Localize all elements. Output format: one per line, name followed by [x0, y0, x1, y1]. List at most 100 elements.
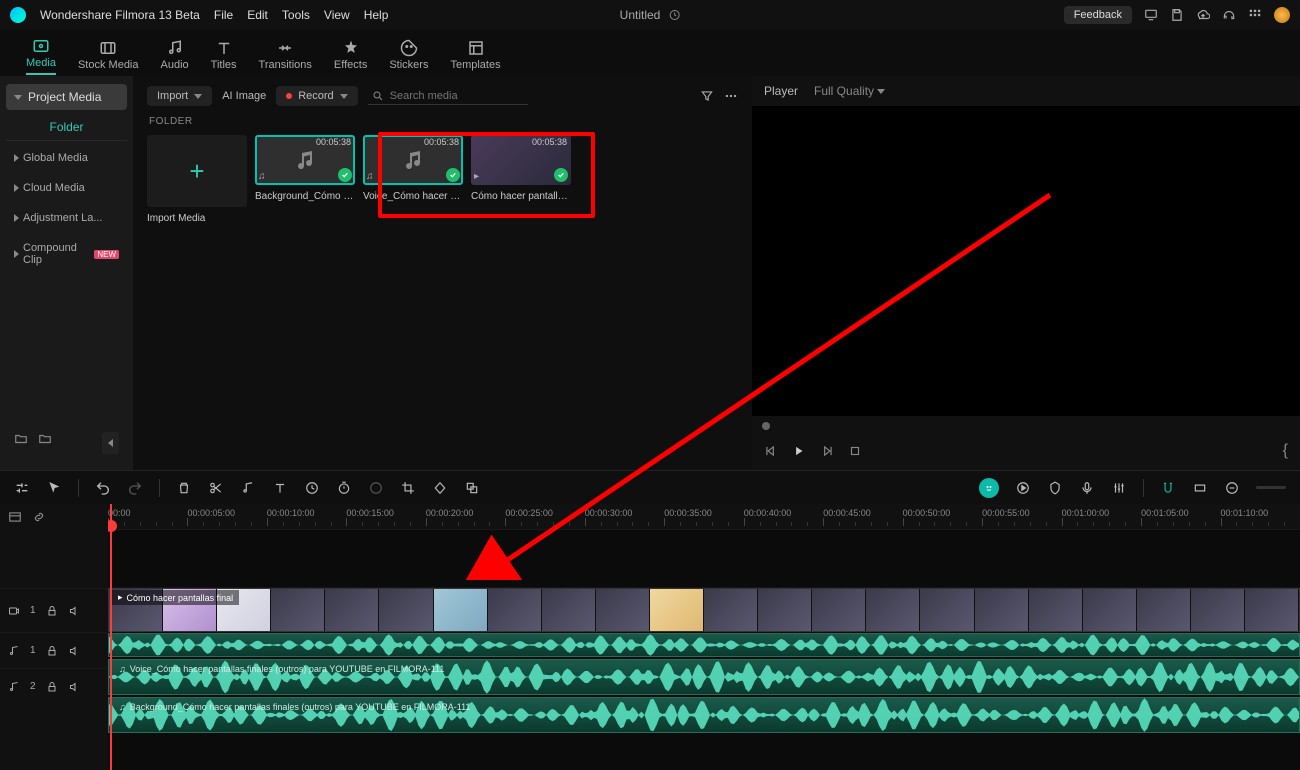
history-icon[interactable] [668, 9, 680, 21]
tab-media[interactable]: Media [26, 37, 56, 75]
lock-icon[interactable] [46, 605, 58, 617]
settings-icon[interactable]: { [1283, 442, 1288, 460]
tab-effects[interactable]: Effects [334, 39, 367, 75]
timeline: 1 1 2 00:0000:00:05:0000:00:10:0000:00:1… [0, 504, 1300, 770]
folder-button[interactable]: Folder [6, 114, 127, 141]
video-track-label[interactable]: 1 [0, 588, 108, 632]
group-icon[interactable] [464, 480, 480, 496]
audio-track-1-label[interactable]: 1 [0, 632, 108, 668]
tracks-area[interactable]: 00:0000:00:05:0000:00:10:0000:00:15:0000… [108, 504, 1300, 770]
scrubber[interactable] [752, 416, 1300, 436]
delete-icon[interactable] [176, 480, 192, 496]
duration-icon[interactable] [336, 480, 352, 496]
lock-icon[interactable] [46, 645, 58, 657]
render-icon[interactable] [1015, 480, 1031, 496]
split-icon[interactable] [208, 480, 224, 496]
folder-icon[interactable] [38, 432, 52, 446]
zoom-slider[interactable] [1256, 486, 1286, 489]
audio-clip-1[interactable]: ♫ Voice_Cómo hacer pantallas finales (ou… [108, 659, 1300, 695]
fit-icon[interactable] [1192, 480, 1208, 496]
speed-icon[interactable] [304, 480, 320, 496]
filter-icon[interactable] [700, 89, 714, 103]
import-dropdown[interactable]: Import [147, 86, 212, 106]
undo-icon[interactable] [95, 480, 111, 496]
plus-icon: + [189, 158, 204, 184]
cloud-upload-icon[interactable] [1196, 8, 1210, 22]
tab-stickers[interactable]: Stickers [389, 39, 428, 75]
sidebar-item-global[interactable]: Global Media [6, 145, 127, 171]
menu-view[interactable]: View [324, 8, 350, 22]
audio-edit-icon[interactable] [240, 480, 256, 496]
crop-icon[interactable] [400, 480, 416, 496]
menu-file[interactable]: File [214, 8, 233, 22]
mute-icon[interactable] [68, 605, 80, 617]
tab-audio[interactable]: Audio [161, 39, 189, 75]
grid-icon[interactable] [1248, 8, 1262, 22]
time-ruler[interactable]: 00:0000:00:05:0000:00:10:0000:00:15:0000… [108, 504, 1300, 530]
prev-frame-icon[interactable] [764, 444, 778, 458]
tab-titles[interactable]: Titles [211, 39, 237, 75]
sidebar-item-compound[interactable]: Compound ClipNEW [6, 235, 127, 273]
headphones-icon[interactable] [1222, 8, 1236, 22]
sidebar-item-label: Adjustment La... [23, 212, 103, 224]
mixer-icon[interactable] [1111, 480, 1127, 496]
color-icon[interactable] [368, 480, 384, 496]
video-audio-wave[interactable] [108, 633, 1300, 657]
play-icon[interactable] [792, 444, 806, 458]
collapse-sidebar-button[interactable] [102, 432, 119, 454]
import-tile[interactable]: + Import Media [147, 135, 247, 224]
mute-icon[interactable] [68, 681, 80, 693]
redo-icon[interactable] [127, 480, 143, 496]
media-label: Voice_Cómo hacer pa... [363, 191, 463, 202]
audio-track-2-label[interactable]: 2 [0, 668, 108, 704]
audio-clip-2[interactable]: ♫ Background_Cómo hacer pantallas finale… [108, 697, 1300, 733]
menu-tools[interactable]: Tools [282, 8, 310, 22]
stop-icon[interactable] [848, 444, 862, 458]
monitor-icon[interactable] [1144, 8, 1158, 22]
playhead[interactable] [110, 504, 112, 770]
keyframe-icon[interactable] [432, 480, 448, 496]
audio-clip-label: Voice_Cómo hacer pantallas finales (outr… [130, 664, 445, 674]
media-item[interactable]: 00:05:38 ♫ Voice_Cómo hacer pa... [363, 135, 463, 224]
music-icon [401, 148, 425, 172]
feedback-button[interactable]: Feedback [1064, 6, 1132, 24]
menu-edit[interactable]: Edit [247, 8, 268, 22]
tracks-settings-icon[interactable] [8, 510, 22, 524]
search-input[interactable] [390, 90, 520, 102]
voice-icon[interactable] [1079, 480, 1095, 496]
tab-transitions[interactable]: Transitions [259, 39, 312, 75]
ai-image-button[interactable]: AI Image [222, 90, 266, 102]
audio-icon [8, 645, 20, 657]
adjust-icon[interactable] [14, 480, 30, 496]
media-item[interactable]: 00:05:38 ▸ Cómo hacer pantallas ... [471, 135, 571, 224]
quality-dropdown[interactable]: Full Quality [814, 84, 885, 98]
tab-label: Effects [334, 59, 367, 71]
audio-type-icon: ♫ [258, 171, 266, 182]
video-clip[interactable] [108, 588, 1300, 632]
new-folder-icon[interactable] [14, 432, 28, 446]
text-icon[interactable] [272, 480, 288, 496]
app-logo [10, 7, 26, 23]
video-viewport[interactable] [752, 106, 1300, 416]
link-icon[interactable] [32, 510, 46, 524]
marker-icon[interactable] [1047, 480, 1063, 496]
sidebar-item-adjustment[interactable]: Adjustment La... [6, 205, 127, 231]
sidebar-item-cloud[interactable]: Cloud Media [6, 175, 127, 201]
next-frame-icon[interactable] [820, 444, 834, 458]
user-avatar[interactable] [1274, 7, 1290, 23]
snap-icon[interactable] [1160, 480, 1176, 496]
save-icon[interactable] [1170, 8, 1184, 22]
media-item[interactable]: 00:05:38 ♫ Background_Cómo ha... [255, 135, 355, 224]
mute-icon[interactable] [68, 645, 80, 657]
project-media-button[interactable]: Project Media [6, 84, 127, 110]
ai-button[interactable] [979, 478, 999, 498]
record-dropdown[interactable]: Record [276, 86, 357, 106]
zoom-out-icon[interactable] [1224, 480, 1240, 496]
cursor-icon[interactable] [46, 480, 62, 496]
lock-icon[interactable] [46, 681, 58, 693]
tab-label: Stickers [389, 59, 428, 71]
menu-help[interactable]: Help [364, 8, 389, 22]
tab-templates[interactable]: Templates [450, 39, 500, 75]
tab-stock[interactable]: Stock Media [78, 39, 139, 75]
more-icon[interactable] [724, 89, 738, 103]
